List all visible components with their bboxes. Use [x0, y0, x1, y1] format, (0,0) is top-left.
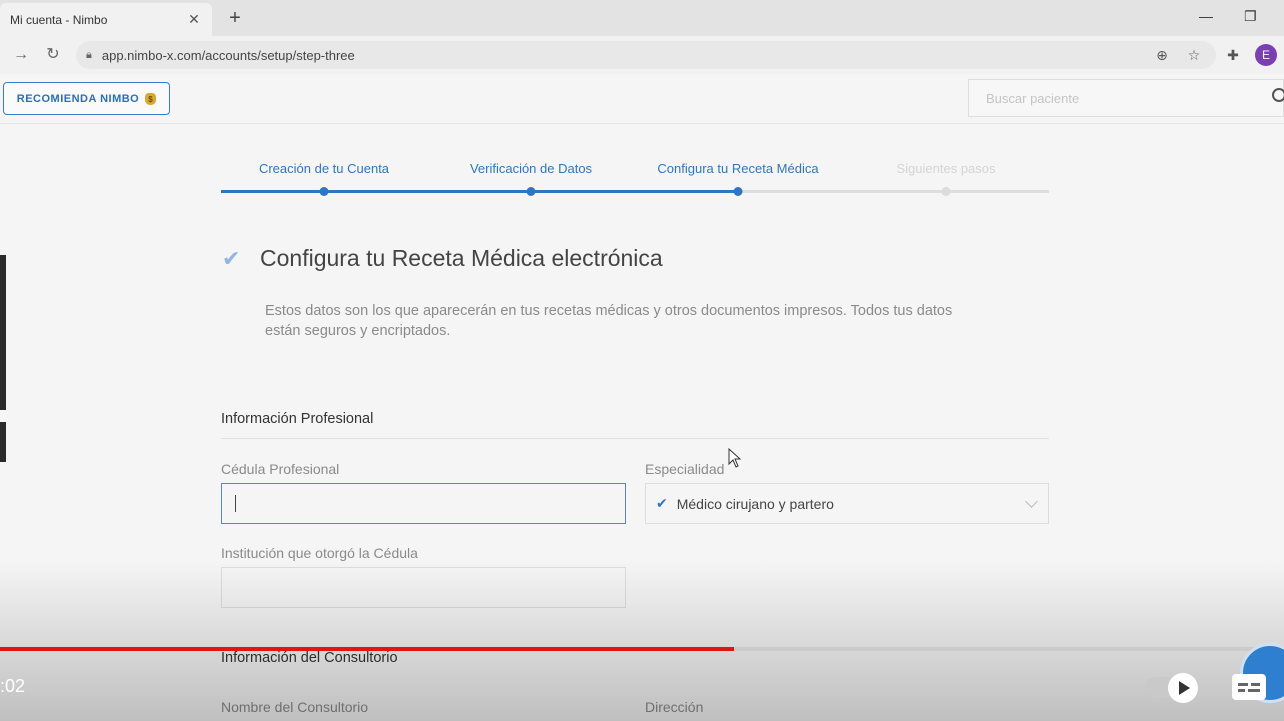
- direccion-label: Dirección: [645, 699, 704, 715]
- especialidad-label: Especialidad: [645, 461, 725, 477]
- video-progress-fill: [0, 647, 735, 651]
- page-description: Estos datos son los que aparecerán en tu…: [265, 303, 953, 339]
- search-icon[interactable]: [1272, 88, 1284, 102]
- video-timestamp: :02: [0, 676, 26, 696]
- left-edge-bar: [0, 422, 6, 462]
- profile-avatar[interactable]: E: [1255, 44, 1277, 66]
- captions-icon[interactable]: [1232, 674, 1266, 700]
- section-divider: [221, 438, 1049, 439]
- text-caret: [235, 495, 236, 512]
- stepper-progress-track: [221, 190, 738, 193]
- step-dot-receta: [733, 187, 743, 196]
- browser-tab-bar: Mi cuenta - Nimbo ✕ + — ❐: [0, 0, 1284, 36]
- chevron-down-icon: [1025, 495, 1038, 508]
- step-dot-cuenta: [319, 187, 329, 196]
- step-dot-verificacion: [526, 187, 536, 196]
- browser-tab[interactable]: Mi cuenta - Nimbo ✕: [0, 3, 212, 36]
- lock-icon: 🔒︎: [86, 48, 92, 61]
- video-controls-shade: [0, 560, 1284, 721]
- step-label-verificacion: Verificación de Datos: [469, 161, 593, 176]
- checkmark-icon: ✔: [222, 246, 241, 271]
- money-bag-icon: $: [145, 92, 157, 105]
- autoplay-play-icon[interactable]: [1168, 673, 1198, 703]
- tab-title: Mi cuenta - Nimbo: [10, 12, 108, 27]
- cedula-input[interactable]: [221, 483, 626, 524]
- address-bar[interactable]: 🔒︎ app.nimbo-x.com/accounts/setup/step-t…: [76, 41, 1216, 69]
- new-tab-button[interactable]: +: [225, 8, 245, 28]
- browser-toolbar: → ↻ 🔒︎ app.nimbo-x.com/accounts/setup/st…: [0, 36, 1284, 74]
- bookmark-star-icon[interactable]: ☆: [1185, 46, 1203, 64]
- reload-icon[interactable]: ↻: [43, 45, 63, 65]
- url-text: app.nimbo-x.com/accounts/setup/step-thre…: [101, 47, 355, 63]
- video-progress-bar[interactable]: [0, 647, 1284, 651]
- step-dot-siguientes: [941, 187, 951, 196]
- page-title: Configura tu Receta Médica electrónica: [260, 245, 663, 271]
- especialidad-select[interactable]: ✔ Médico cirujano y partero: [645, 483, 1049, 524]
- restore-window-icon[interactable]: ❐: [1244, 8, 1257, 25]
- cedula-label: Cédula Profesional: [221, 461, 340, 477]
- stepper-remaining-track: [738, 190, 1049, 193]
- recommend-label: RECOMIENDA NIMBO: [16, 92, 140, 105]
- step-label-receta: Configura tu Receta Médica: [657, 161, 819, 176]
- step-label-cuenta: Creación de tu Cuenta: [258, 161, 390, 176]
- selected-check-icon: ✔: [656, 495, 668, 511]
- section-title-consultorio: Información del Consultorio: [221, 650, 398, 666]
- left-edge-bar: [0, 255, 6, 410]
- extensions-puzzle-icon[interactable]: ✚: [1224, 46, 1242, 64]
- nombre-consultorio-label: Nombre del Consultorio: [221, 699, 369, 715]
- institucion-input[interactable]: [221, 567, 626, 608]
- app-header: RECOMIENDA NIMBO $ Buscar paciente: [0, 74, 1284, 124]
- forward-arrow-icon[interactable]: →: [11, 45, 31, 65]
- section-title-profesional: Información Profesional: [221, 411, 374, 427]
- institucion-label: Institución que otorgó la Cédula: [221, 545, 418, 561]
- minimize-icon[interactable]: —: [1199, 8, 1213, 24]
- patient-search-input[interactable]: Buscar paciente: [968, 79, 1284, 117]
- step-label-siguientes: Siguientes pasos: [896, 161, 996, 176]
- close-tab-icon[interactable]: ✕: [186, 11, 202, 28]
- especialidad-value: Médico cirujano y partero: [676, 495, 834, 512]
- zoom-icon[interactable]: ⊕: [1153, 46, 1171, 64]
- recommend-nimbo-button[interactable]: RECOMIENDA NIMBO $: [3, 82, 170, 115]
